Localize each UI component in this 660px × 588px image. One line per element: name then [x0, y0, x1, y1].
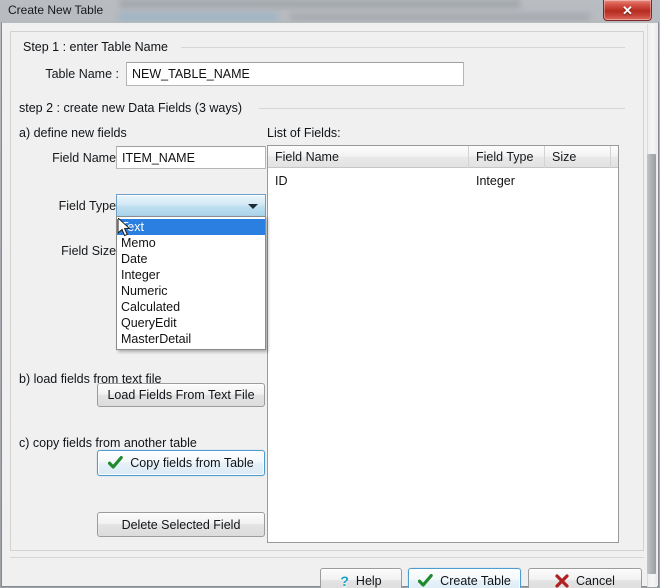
table-row[interactable]: ID Integer [268, 172, 618, 190]
copy-fields-button-label: Copy fields from Table [130, 456, 254, 470]
dropdown-option-integer[interactable]: Integer [117, 267, 265, 283]
column-header-size[interactable]: Size [545, 146, 611, 168]
dialog-panel: Step 1 : enter Table Name Table Name : s… [10, 31, 644, 551]
field-name-label: Field Name : [52, 151, 123, 165]
column-header-field-name[interactable]: Field Name [268, 146, 469, 168]
field-size-label: Field Size : [61, 244, 123, 258]
create-table-button-label: Create Table [440, 573, 511, 588]
column-header-spacer [611, 146, 620, 168]
dropdown-option-numeric[interactable]: Numeric [117, 283, 265, 299]
step2-separator [259, 108, 625, 109]
create-new-table-dialog: Create New Table ✕ Step 1 : enter Table … [0, 0, 660, 588]
list-of-fields-title: List of Fields: [267, 126, 341, 140]
cross-icon [555, 573, 569, 588]
dropdown-option-date[interactable]: Date [117, 251, 265, 267]
step2-legend: step 2 : create new Data Fields (3 ways) [19, 101, 243, 115]
footer-separator [10, 557, 644, 558]
help-button[interactable]: ? Help [320, 568, 402, 588]
close-button[interactable]: ✕ [603, 0, 652, 21]
dialog-client-area: Step 1 : enter Table Name Table Name : s… [1, 22, 659, 588]
step1-legend: Step 1 : enter Table Name [23, 40, 168, 54]
dropdown-option-calculated[interactable]: Calculated [117, 299, 265, 315]
section-c-label: c) copy fields from another table [19, 436, 197, 450]
field-name-input[interactable] [116, 146, 266, 169]
column-header-field-type[interactable]: Field Type [469, 146, 545, 168]
window-scrollbar-track[interactable] [647, 24, 657, 587]
create-table-button[interactable]: Create Table [408, 568, 521, 588]
load-fields-button-label: Load Fields From Text File [107, 388, 255, 402]
check-icon [418, 573, 433, 588]
load-fields-from-text-file-button[interactable]: Load Fields From Text File [97, 383, 265, 407]
cancel-button-label: Cancel [576, 573, 615, 588]
cancel-button[interactable]: Cancel [528, 568, 642, 588]
help-button-label: Help [355, 573, 382, 588]
table-name-input[interactable] [126, 62, 464, 86]
copy-fields-from-table-button[interactable]: Copy fields from Table [97, 450, 265, 476]
field-type-dropdown-list[interactable]: Text Memo Date Integer Numeric Calculate… [116, 216, 266, 350]
cell-field-name: ID [275, 174, 288, 188]
fields-list-view[interactable]: Field Name Field Type Size ID Integer [267, 145, 619, 543]
delete-field-button-label: Delete Selected Field [121, 517, 241, 532]
question-mark-icon: ? [340, 572, 349, 588]
field-type-label: Field Type : [58, 199, 123, 213]
dropdown-option-queryedit[interactable]: QueryEdit [117, 315, 265, 331]
screen: Create New Table ✕ Step 1 : enter Table … [0, 0, 660, 588]
close-icon: ✕ [622, 2, 633, 18]
cell-size [545, 172, 611, 190]
fields-list-header: Field Name Field Type Size [268, 146, 618, 168]
step1-separator [181, 47, 625, 48]
title-bar[interactable]: Create New Table ✕ [0, 0, 660, 22]
delete-selected-field-button[interactable]: Delete Selected Field [97, 512, 265, 537]
chevron-down-icon [248, 204, 258, 209]
section-a-label: a) define new fields [19, 126, 127, 140]
field-type-combobox[interactable] [116, 194, 266, 217]
window-scrollbar-thumb[interactable] [647, 154, 656, 574]
dropdown-option-text[interactable]: Text [117, 219, 265, 235]
window-title: Create New Table [8, 3, 104, 17]
dropdown-option-masterdetail[interactable]: MasterDetail [117, 331, 265, 347]
cell-field-type: Integer [476, 174, 515, 188]
dropdown-option-memo[interactable]: Memo [117, 235, 265, 251]
check-icon [108, 456, 124, 470]
table-name-label: Table Name : [45, 67, 119, 81]
